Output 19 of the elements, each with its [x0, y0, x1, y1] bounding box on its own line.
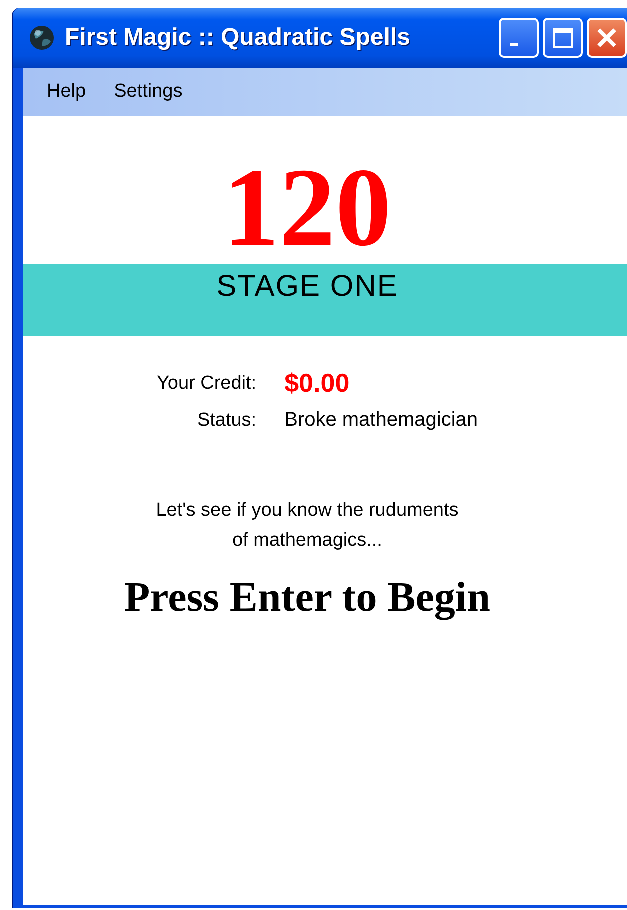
menu-item[interactable]: Help — [39, 77, 94, 107]
globe-icon — [29, 25, 55, 51]
minimize-icon — [510, 43, 518, 46]
minimize-button[interactable] — [499, 18, 539, 58]
maximize-button[interactable] — [543, 18, 583, 58]
info-label: Your Credit: — [156, 372, 257, 394]
info-label: Status: — [197, 410, 257, 432]
window-title: First Magic :: Quadratic Spells — [65, 24, 412, 52]
close-button[interactable] — [587, 18, 627, 58]
intro-message: Let's see if you know the ruduments — [156, 499, 459, 523]
credit-amount: $0.00 — [284, 368, 350, 399]
stage-title: STAGE ONE — [216, 270, 400, 304]
countdown-number: 120 — [224, 152, 392, 264]
start-prompt: Press Enter to Begin — [124, 574, 490, 622]
maximize-icon — [552, 27, 574, 49]
menu-item[interactable]: Settings — [106, 77, 191, 107]
intro-message: of mathemagics... — [232, 529, 382, 553]
status-text: Broke mathemagician — [284, 409, 478, 432]
close-icon — [596, 27, 618, 49]
